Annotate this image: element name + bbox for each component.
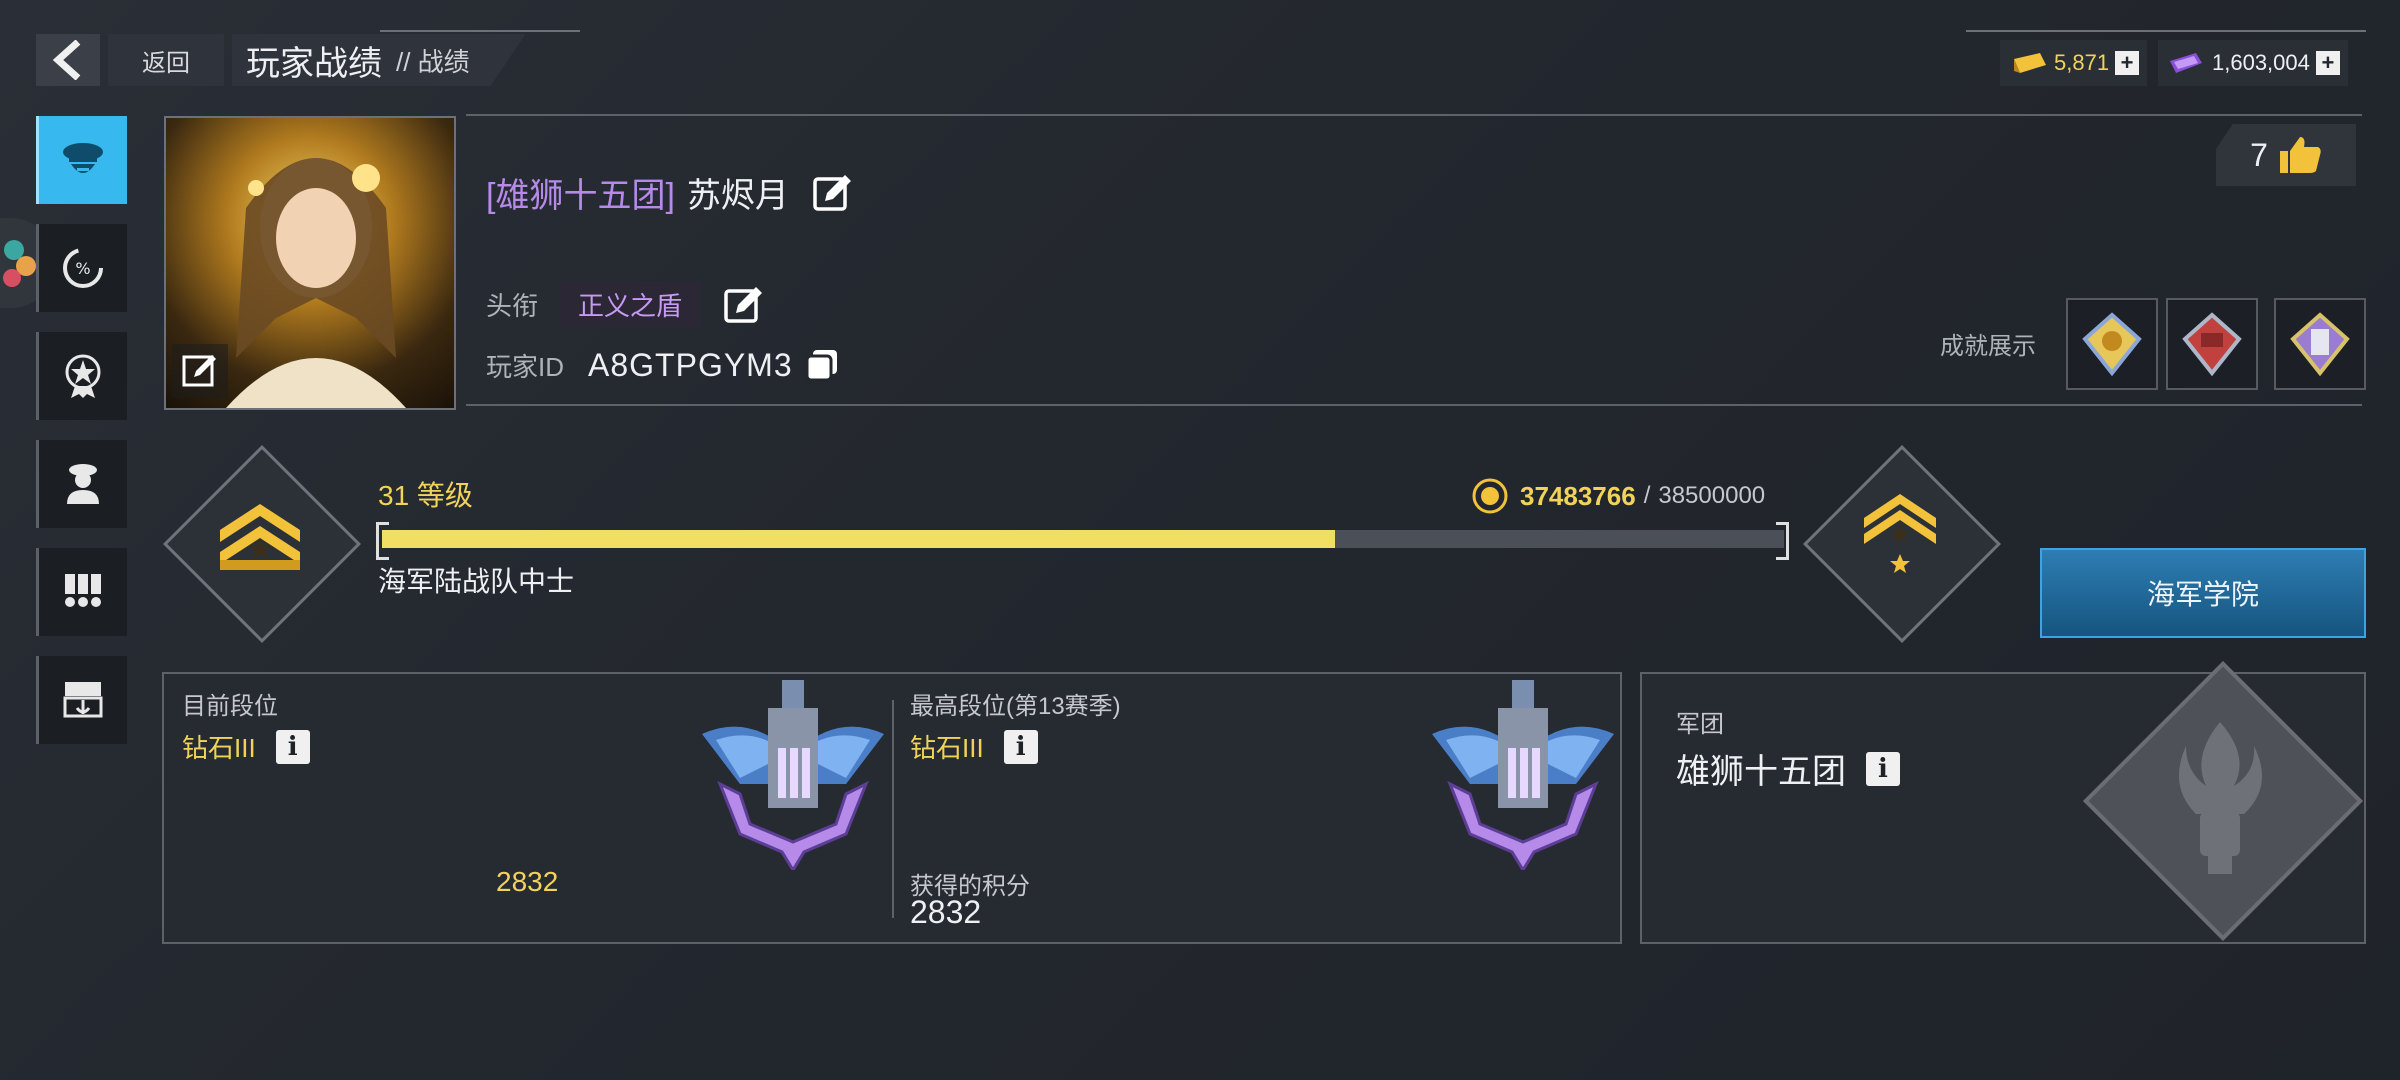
current-rank-row: 钻石III i [182, 728, 310, 765]
diamond-rank-emblem-icon [702, 680, 884, 870]
sidebar-item-fleet[interactable] [36, 656, 127, 744]
xp-bracket-right [1776, 522, 1789, 560]
title-badge: 正义之盾 [560, 282, 701, 327]
player-id-value: A8GTPGYM3 [588, 346, 793, 383]
achievement-slot-1[interactable] [2066, 298, 2158, 390]
add-gold-button[interactable]: + [2115, 51, 2140, 75]
page-title: 玩家战绩 [246, 44, 382, 83]
title-row: 头衔 正义之盾 [486, 282, 766, 327]
best-rank-row: 钻石III i [910, 728, 1038, 765]
current-rank-score: 2832 [496, 866, 559, 897]
sidebar-item-officers[interactable] [36, 440, 127, 528]
profile-panel-bottom-border [466, 404, 2362, 406]
achievement-purple-icon [2290, 312, 2350, 377]
header-divider [380, 30, 580, 32]
page-subtitle: // 战绩 [396, 46, 470, 77]
percent-gauge-icon: % [63, 248, 103, 288]
xp-readout: 37483766 / 38500000 [1470, 476, 1765, 516]
edit-avatar-button[interactable] [172, 344, 228, 398]
legion-info-button[interactable]: i [1866, 751, 1900, 786]
header-divider-right [1966, 30, 2366, 32]
current-rank-title: 目前段位 [182, 693, 278, 720]
player-id-row: 玩家ID A8GTPGYM3 [486, 346, 841, 384]
legion-tag[interactable]: [雄狮十五团] [486, 168, 675, 217]
sidebar-item-ribbons[interactable] [36, 548, 127, 636]
xp-progress-fill [382, 530, 1335, 548]
star-medal-icon [65, 354, 101, 398]
anchor-chest-icon [63, 682, 103, 718]
best-diamond-rank-emblem-icon [1432, 680, 1614, 870]
legion-name: 雄狮十五团 [1676, 753, 1846, 791]
legion-row: 雄狮十五团 i [1676, 744, 1900, 793]
title-label: 头衔 [486, 291, 539, 321]
xp-coin-icon [1472, 478, 1508, 514]
achievement-gold-icon [2082, 312, 2142, 377]
xp-max: 38500000 [1658, 482, 1766, 509]
chevron-left-icon [52, 40, 81, 80]
current-rank-info-button[interactable]: i [275, 729, 310, 764]
edit-name-icon[interactable] [811, 171, 855, 215]
officer-cap-icon [63, 143, 103, 173]
likes-button[interactable]: 7 [2216, 124, 2356, 186]
achievements-label: 成就展示 [1940, 333, 2036, 360]
ticket-currency[interactable]: 1,603,004 + [2158, 40, 2348, 86]
copy-icon[interactable] [803, 346, 841, 384]
xp-bracket-left [376, 522, 389, 560]
sidebar-item-profile[interactable] [36, 116, 127, 204]
fist-flame-icon [2178, 722, 2262, 874]
profile-panel-top-border [466, 114, 2362, 116]
naval-academy-button[interactable]: 海军学院 [2040, 548, 2366, 638]
gold-currency[interactable]: 5,871 + [2000, 40, 2148, 86]
likes-count: 7 [2250, 136, 2268, 173]
rank-divider [892, 700, 894, 918]
achievement-red-icon [2182, 312, 2242, 377]
player-name-line: [雄狮十五团] 苏烬月 [486, 168, 855, 217]
xp-separator: / [1643, 482, 1651, 509]
sidebar-item-medals[interactable] [36, 332, 127, 420]
edit-title-icon[interactable] [722, 283, 766, 327]
ticket-value: 1,603,004 [2212, 50, 2310, 75]
best-rank-title: 最高段位(第13赛季) [910, 693, 1121, 720]
current-rank-value: 钻石III [182, 733, 256, 763]
player-name: 苏烬月 [686, 177, 789, 215]
gold-value: 5,871 [2054, 50, 2110, 75]
medals-ribbon-icon [65, 574, 101, 607]
svg-text:%: % [75, 259, 90, 278]
rank-name: 海军陆战队中士 [378, 566, 575, 597]
gold-bar-icon [2014, 53, 2046, 73]
ticket-icon [2170, 53, 2202, 73]
sidebar-item-stats[interactable]: % [36, 224, 127, 312]
achievement-slot-2[interactable] [2166, 298, 2258, 390]
player-level: 31 等级 [378, 480, 473, 511]
page-title-wrap: 玩家战绩 // 战绩 [232, 34, 526, 86]
best-rank-info-button[interactable]: i [1003, 729, 1038, 764]
back-button[interactable] [36, 34, 100, 86]
back-label[interactable]: 返回 [108, 34, 224, 86]
points-value: 2832 [910, 894, 982, 930]
best-rank-value: 钻石III [910, 733, 984, 763]
legion-title: 军团 [1676, 711, 1724, 738]
add-ticket-button[interactable]: + [2315, 51, 2340, 75]
edit-icon [182, 355, 216, 387]
sergeant-chevron-icon [220, 504, 300, 570]
next-rank-chevron-icon [1864, 494, 1936, 573]
xp-current: 37483766 [1520, 480, 1636, 511]
soldier-icon [67, 464, 99, 504]
achievement-slot-3[interactable] [2274, 298, 2366, 390]
player-id-label: 玩家ID [486, 351, 565, 382]
thumbs-up-icon [2279, 137, 2321, 173]
